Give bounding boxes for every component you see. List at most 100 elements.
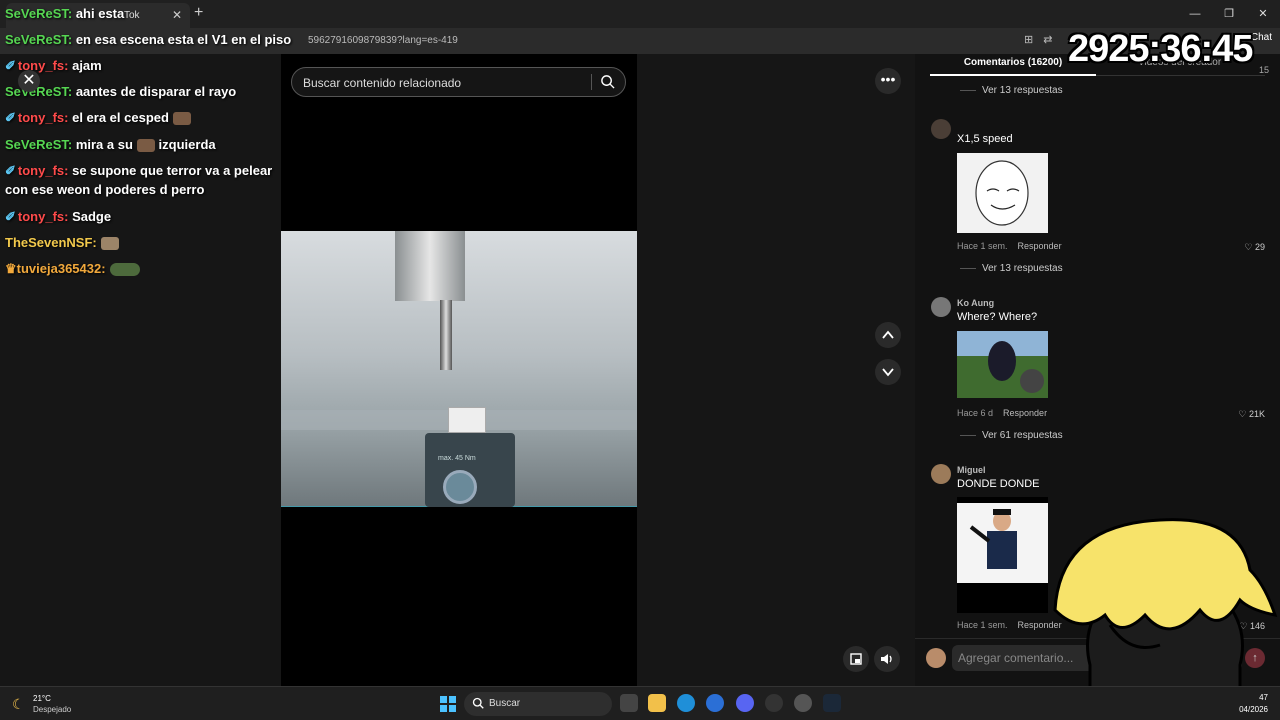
reply-button[interactable]: Responder [1003,408,1047,418]
address-icons: ⊞ ⇄ [1024,33,1052,46]
search-icon [472,697,484,709]
emote-icon [109,263,140,277]
tab-bar: Tok ✕ + — ❐ ✕ [0,0,1280,28]
sword-badge-icon: ✐ [5,163,16,178]
taskbar-date[interactable]: 04/2026 [1220,705,1268,714]
comment-image-police[interactable] [957,331,1048,398]
chat-username: TheSevenNSF: [5,235,97,250]
video-spindle [440,300,452,370]
avatar[interactable] [931,119,951,139]
weather-desc[interactable]: Despejado [33,705,71,714]
restore-icon[interactable]: ❐ [1212,0,1246,28]
taskbar-time[interactable]: 47 [1236,693,1268,702]
comment-time: Hace 1 sem. [957,620,1008,630]
video-vise-knob [443,470,477,504]
comment-text: DONDE DONDE [957,478,1040,490]
chat-text: Sadge [72,209,112,224]
comment-time: Hace 1 sem. [957,241,1008,251]
chat-username: tony_fs: [17,110,69,125]
sword-badge-icon: ✐ [5,209,16,224]
like-value: 29 [1254,242,1265,252]
comment-text: Where? Where? [957,311,1038,323]
taskbar [0,686,1280,720]
like-value: 21K [1248,409,1265,419]
tab-close-icon[interactable]: ✕ [172,8,182,22]
comment-image-meme[interactable] [957,153,1048,233]
video-workpiece [448,407,486,433]
picture-in-picture-button[interactable] [843,646,869,672]
weather-temp[interactable]: 21°C [33,694,51,703]
edge-icon[interactable] [677,694,695,712]
chat-text-2: izquierda [158,137,216,152]
avatar[interactable] [931,297,951,317]
chat-button[interactable]: Chat [1251,32,1272,43]
chat-username: tony_fs: [17,163,69,178]
url-text[interactable]: 5962791609879839?lang=es-419 [308,35,458,46]
apps-icon[interactable]: ⊞ [1024,33,1033,46]
comment-user[interactable]: Ko Aung [957,298,994,308]
my-avatar [926,648,946,668]
related-search-box[interactable]: Buscar contenido relacionado [291,67,626,97]
chat-message: ✐ tony_fs: se supone que terror va a pele… [5,161,305,199]
view-replies-link[interactable]: Ver 13 respuestas [960,263,1063,274]
chevron-down-icon [882,368,894,377]
moon-icon[interactable]: ☾ [12,696,25,713]
speaker-icon [881,654,892,664]
like-count[interactable]: ♡ 29 [1244,242,1265,253]
browser-c-icon[interactable] [706,694,724,712]
video-machine-head [395,231,465,301]
comment-user[interactable]: Miguel [957,465,986,475]
emote-icon [172,112,191,126]
chat-text: ahi esta [75,6,125,21]
view-replies-link[interactable]: Ver 61 respuestas [960,430,1063,441]
vise-label: max. 45 Nm [438,455,476,462]
close-icon[interactable]: ✕ [18,70,40,92]
chat-message: ✐ tony_fs: el era el cesped [5,108,191,127]
minimize-icon[interactable]: — [1178,0,1212,28]
steam-icon[interactable] [823,694,841,712]
avatar[interactable] [931,464,951,484]
chat-text: ajam [72,58,102,73]
chat-text: se supone que terror va a pelear [72,163,273,178]
comment-image-officer[interactable] [957,497,1048,613]
emote-icon [100,237,119,251]
pip-icon [850,653,862,665]
like-count[interactable]: ♡ 21K [1238,409,1265,420]
taskbar-search-label: Buscar [489,698,521,709]
sword-badge-icon: ✐ [5,58,16,73]
app-icon[interactable] [765,694,783,712]
chat-text: el era el cesped [72,110,169,125]
more-options-button[interactable]: ••• [875,68,901,94]
next-video-button[interactable] [875,359,901,385]
comment-text: X1,5 speed [957,133,1013,145]
chat-message: SeVeReST: mira a su izquierda [5,135,216,154]
chat-username: SeVeReST: [5,6,73,21]
search-divider [591,74,592,90]
chat-message: ♛tuvieja365432: [5,259,140,278]
chat-text: en esa escena esta el V1 en el piso [75,32,292,47]
discord-icon[interactable] [736,694,754,712]
reply-button[interactable]: Responder [1018,241,1062,251]
new-tab-icon[interactable]: + [194,4,203,22]
chat-text: aantes de disparar el rayo [75,84,237,99]
settings-icon[interactable] [794,694,812,712]
search-icon[interactable] [600,74,615,89]
view-replies-link[interactable]: Ver 13 respuestas [960,85,1063,96]
comment-meta: Hace 1 sem. Responder [957,241,1062,251]
comment-meta: Hace 6 d Responder [957,408,1047,418]
taskbar-search[interactable]: Buscar [464,692,612,716]
emote-icon [136,139,155,153]
windows-start-icon[interactable] [440,696,456,712]
volume-button[interactable] [874,646,900,672]
translate-icon[interactable]: ⇄ [1043,33,1052,46]
chat-username: tuvieja365432: [16,261,106,276]
previous-video-button[interactable] [875,322,901,348]
chat-message: SeVeReST: en esa escena esta el V1 en el… [5,30,291,49]
file-explorer-icon[interactable] [648,694,666,712]
close-window-icon[interactable]: ✕ [1246,0,1280,28]
task-view-icon[interactable] [620,694,638,712]
side-count: 15 [1259,65,1270,75]
chat-message: SeVeReST: aantes de disparar el rayo [5,82,236,101]
chat-message: ✐ tony_fs: Sadge [5,207,111,226]
chat-text-line2: con ese weon d poderes d perro [5,182,205,197]
